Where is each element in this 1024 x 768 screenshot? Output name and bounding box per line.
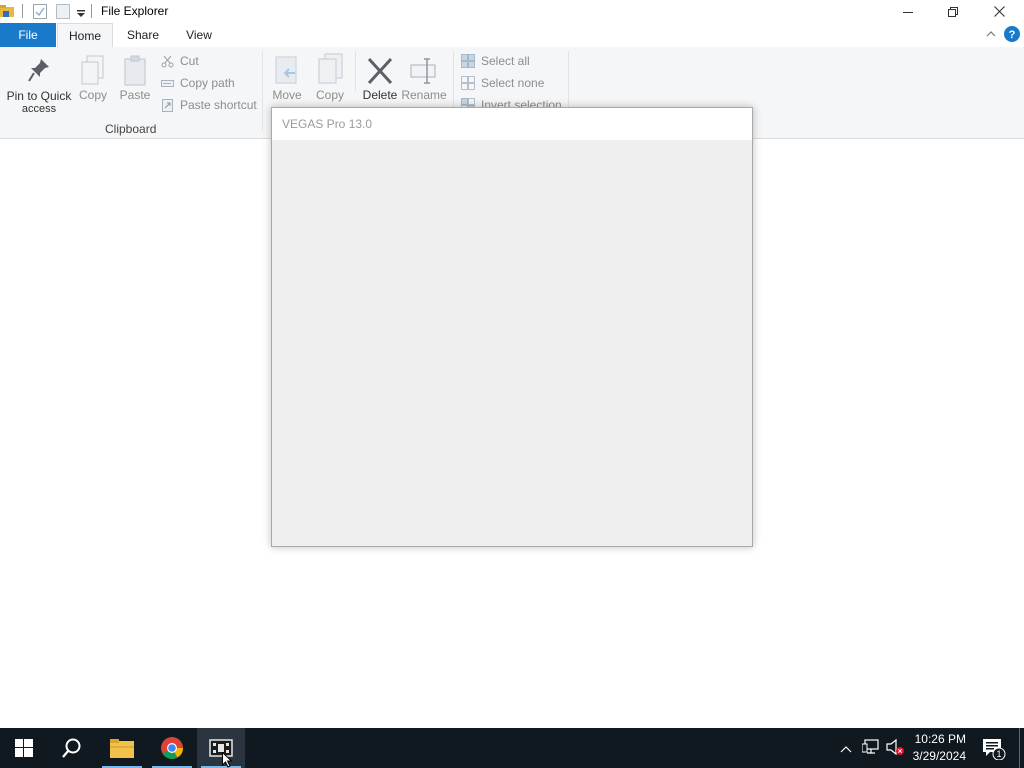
move-to-button[interactable]: Move [270,55,304,102]
copy-path-icon [161,79,174,87]
select-all-button[interactable]: Select all [461,54,530,68]
copy-label: Copy [78,88,107,102]
file-explorer-icon [110,739,134,758]
action-center-button[interactable]: 1 [982,738,1006,765]
paste-shortcut-icon [162,98,173,112]
expand-ribbon-icon[interactable] [985,27,997,45]
taskbar-chrome[interactable] [148,728,196,768]
select-all-icon [461,54,475,68]
taskbar-file-explorer[interactable] [98,728,146,768]
show-desktop-button[interactable] [1019,728,1024,768]
copy-path-label: Copy path [180,76,235,90]
tab-view[interactable]: View [175,23,223,47]
properties-icon[interactable] [33,4,47,24]
delete-button[interactable]: Delete [361,55,399,102]
new-folder-icon[interactable] [56,4,70,24]
tab-home[interactable]: Home [57,23,113,48]
restore-button[interactable] [930,0,976,23]
pin-icon [28,59,49,82]
qat-divider [22,4,23,18]
rename-button[interactable]: Rename [401,55,447,102]
help-icon[interactable]: ? [1004,26,1020,47]
taskbar-vegas-pro[interactable] [197,728,245,768]
delete-icon [367,57,393,85]
paste-icon [124,55,146,86]
title-bar: File Explorer [0,0,1024,23]
search-button[interactable] [48,728,96,768]
volume-muted-icon[interactable] [886,738,904,761]
select-none-button[interactable]: Select none [461,76,544,90]
select-none-icon [461,76,475,90]
clock-date: 3/29/2024 [912,749,966,763]
copy-to-button[interactable]: Copy [313,53,347,102]
customize-qat-dropdown-icon[interactable] [76,6,86,24]
copy-to-label: Copy [315,88,344,102]
windows-start-icon [15,739,33,757]
move-to-label: Move [272,88,302,102]
clipboard-group-label: Clipboard [105,122,157,136]
start-button[interactable] [0,728,48,768]
show-hidden-icons-chevron-icon[interactable] [840,741,852,759]
network-icon[interactable] [861,738,880,761]
paste-label: Paste [119,88,151,102]
select-all-label: Select all [481,54,530,68]
group-separator [262,51,263,131]
restore-icon [948,6,958,17]
cut-label: Cut [180,54,199,68]
pin-to-quick-access-button[interactable]: Pin to Quick access [4,57,74,115]
ribbon-tab-bar: File Home Share View ? [0,23,1024,48]
clock-time: 10:26 PM [914,732,966,746]
paste-shortcut-label: Paste shortcut [180,98,257,112]
taskbar-clock[interactable]: 10:26 PM 3/29/2024 [913,731,966,765]
copy-icon [81,55,104,85]
rename-icon [410,58,436,84]
cut-button[interactable]: Cut [161,54,199,68]
select-none-label: Select none [481,76,545,90]
paste-button[interactable]: Paste [117,55,153,102]
minimize-button[interactable] [885,0,931,23]
delete-label: Delete [362,88,398,102]
organize-separator [355,51,356,91]
vegas-pro-window[interactable]: VEGAS Pro 13.0 [271,107,753,547]
paste-shortcut-button[interactable]: Paste shortcut [161,98,257,112]
tab-file[interactable]: File [0,23,56,47]
move-to-icon [275,56,297,84]
chrome-icon [161,737,183,759]
scissors-icon [161,55,174,67]
minimize-icon [903,11,913,13]
copy-button[interactable]: Copy [76,55,110,102]
pin-label-line2: access [21,103,57,115]
svg-text:?: ? [1009,29,1016,41]
taskbar: 10:26 PM 3/29/2024 1 [0,728,1024,768]
copy-path-button[interactable]: Copy path [161,76,235,90]
notification-count-badge: 1 [996,749,1002,759]
pin-label-line1: Pin to Quick [6,89,72,103]
close-icon [993,6,1005,17]
tab-share[interactable]: Share [117,23,169,47]
folder-icon [0,4,14,23]
rename-label: Rename [401,88,447,102]
search-icon [62,738,81,758]
mouse-cursor-icon [222,752,233,768]
close-button[interactable] [976,0,1022,23]
copy-to-icon [318,53,343,84]
qat-divider [91,4,92,18]
window-title: File Explorer [101,4,169,18]
vegas-pro-title: VEGAS Pro 13.0 [282,117,373,131]
vegas-pro-title-bar[interactable]: VEGAS Pro 13.0 [272,108,752,140]
